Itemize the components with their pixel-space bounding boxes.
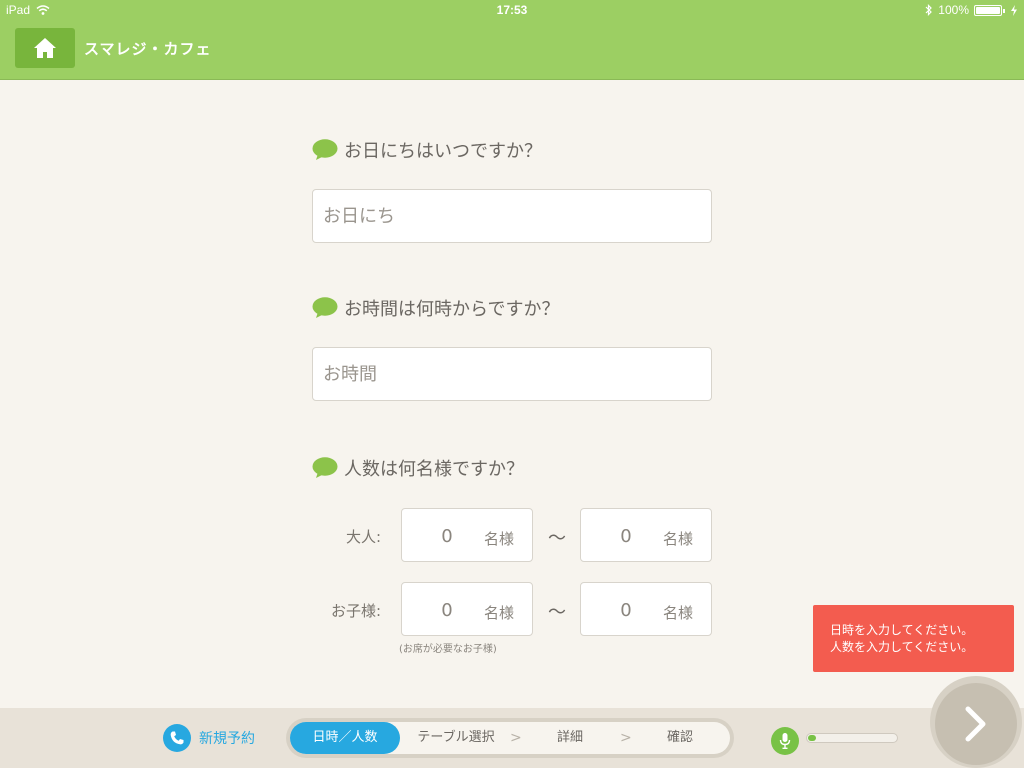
child-max-value: 0 (620, 600, 632, 621)
step-table-select[interactable]: テーブル選択 (406, 722, 506, 754)
battery-fill (976, 6, 1000, 14)
battery-icon (974, 4, 1005, 16)
party-question: 人数は何名様ですか？ (312, 455, 524, 481)
toast-line-date: 日時を入力してください。 (830, 623, 974, 637)
date-question-text: お日にちはいつですか？ (344, 141, 542, 162)
microphone-icon (779, 733, 791, 749)
step-confirm[interactable]: 確認 (650, 722, 710, 754)
date-question: お日にちはいつですか？ (312, 137, 542, 163)
step-arrow-icon: > (620, 730, 632, 746)
child-min-field[interactable]: 0 名様 (401, 582, 533, 636)
child-min-value: 0 (441, 600, 453, 621)
adult-min-value: 0 (441, 526, 453, 547)
validation-toast: 日時を入力してください。 人数を入力してください。 (813, 605, 1014, 672)
step-details[interactable]: 詳細 (540, 722, 600, 754)
step-datetime-party[interactable]: 日時／人数 (290, 722, 400, 754)
range-separator: 〜 (548, 528, 566, 549)
child-note: (お席が必要なお子様) (399, 644, 497, 655)
shop-name: スマレジ・カフェ (84, 40, 212, 58)
adult-min-field[interactable]: 0 名様 (401, 508, 533, 562)
battery-percent: 100% (938, 3, 969, 17)
mic-level-fill (808, 735, 816, 741)
time-question: お時間は何時からですか？ (312, 295, 559, 321)
status-bar: iPad 17:53 100% (0, 0, 1024, 20)
adult-label: 大人: (345, 528, 381, 546)
adult-max-field[interactable]: 0 名様 (580, 508, 712, 562)
adult-max-value: 0 (620, 526, 632, 547)
new-reservation-label: 新規予約 (199, 731, 255, 747)
date-input[interactable] (312, 189, 712, 243)
home-icon (34, 38, 56, 58)
status-right: 100% (925, 3, 1018, 17)
next-button[interactable] (935, 683, 1017, 765)
speech-bubble-icon (312, 457, 338, 478)
home-button[interactable] (15, 28, 75, 68)
bluetooth-icon (925, 4, 933, 16)
microphone-button[interactable] (771, 727, 799, 755)
app-header: スマレジ・カフェ (0, 20, 1024, 80)
party-question-text: 人数は何名様ですか？ (344, 459, 524, 480)
speech-bubble-icon (312, 139, 338, 160)
unit-label: 名様 (662, 604, 693, 622)
time-input[interactable] (312, 347, 712, 401)
chevron-right-icon (965, 706, 986, 742)
unit-label: 名様 (483, 530, 514, 548)
child-max-field[interactable]: 0 名様 (580, 582, 712, 636)
unit-label: 名様 (662, 530, 693, 548)
step-track: 日時／人数 テーブル選択 > 詳細 > 確認 (290, 722, 730, 754)
mic-level-meter (806, 733, 898, 743)
charging-icon (1011, 4, 1017, 16)
toast-line-party: 人数を入力してください。 (830, 640, 974, 654)
time-question-text: お時間は何時からですか？ (344, 299, 560, 320)
range-separator: 〜 (548, 602, 566, 623)
bottom-bar: 新規予約 日時／人数 テーブル選択 > 詳細 > 確認 (0, 708, 1024, 768)
status-time: 17:53 (496, 3, 528, 17)
unit-label: 名様 (483, 604, 514, 622)
step-indicator: 日時／人数 テーブル選択 > 詳細 > 確認 (286, 718, 734, 758)
phone-icon (163, 724, 191, 752)
new-reservation-button[interactable]: 新規予約 (163, 724, 255, 752)
child-label: お子様: (330, 602, 381, 620)
step-arrow-icon: > (510, 730, 522, 746)
speech-bubble-icon (312, 297, 338, 318)
